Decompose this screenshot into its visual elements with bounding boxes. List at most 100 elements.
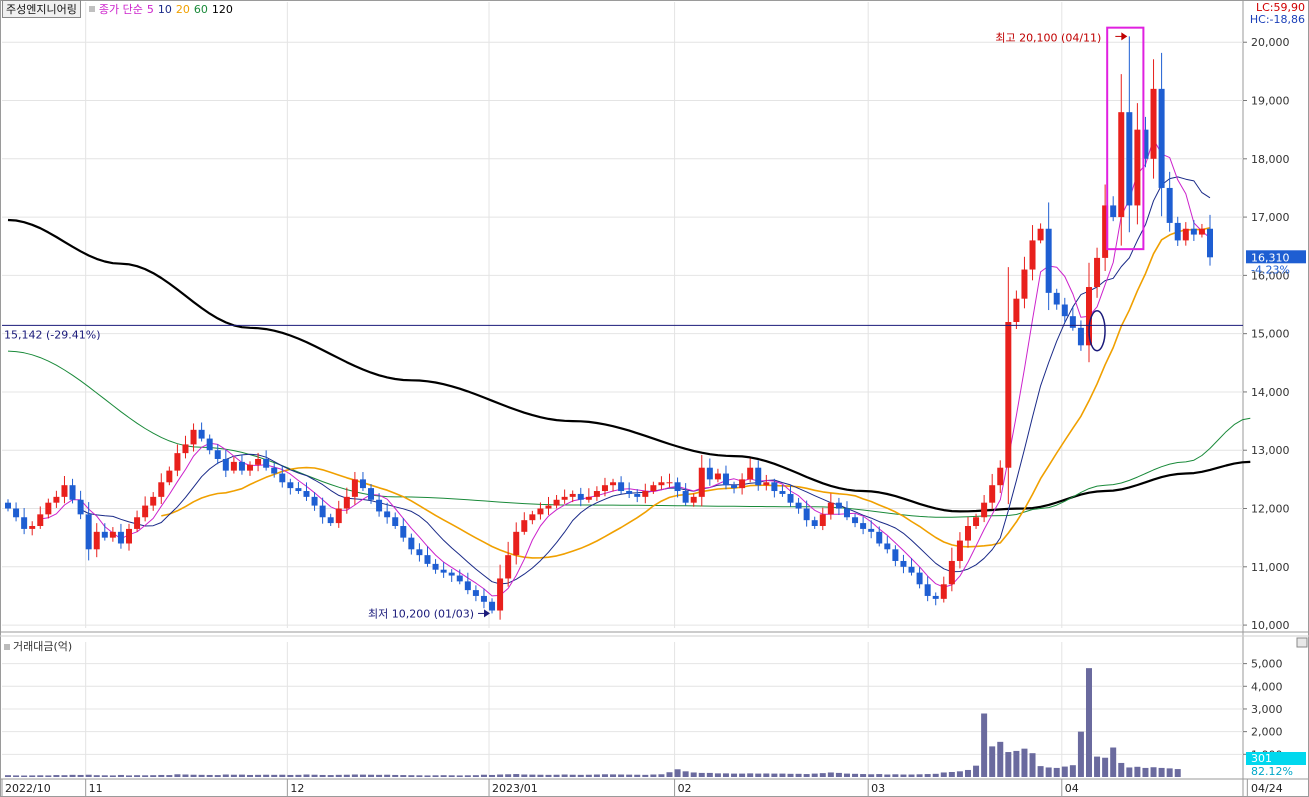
candle-body — [464, 581, 471, 591]
candle-body — [1110, 205, 1117, 218]
candle-body — [222, 458, 229, 471]
candle-body — [1013, 298, 1020, 322]
candle-body — [134, 517, 141, 529]
candle-body — [238, 461, 245, 471]
candle-body — [263, 458, 270, 468]
candle-body — [327, 517, 334, 524]
volume-bar — [593, 774, 600, 777]
date-label: 2023/01 — [492, 782, 538, 795]
volume-bar — [1118, 762, 1125, 777]
candle-body — [182, 444, 189, 454]
candle-body — [1053, 292, 1060, 305]
volume-bar — [940, 772, 947, 777]
volume-bar — [109, 775, 116, 777]
stock-chart[interactable]: 20,00019,00018,00017,00016,00015,00014,0… — [0, 0, 1309, 797]
volume-bar — [497, 774, 504, 777]
volume-bar — [884, 774, 891, 777]
volume-bar — [134, 775, 141, 777]
volume-bar — [521, 774, 528, 777]
candle-body — [384, 511, 391, 518]
candle-body — [271, 467, 278, 474]
volume-bar — [561, 774, 568, 777]
volume-bar — [1045, 767, 1052, 777]
volume-bar — [739, 773, 746, 777]
hline-label: 15,142 (-29.41%) — [4, 328, 100, 341]
ma-period-5[interactable]: 5 — [147, 3, 154, 16]
volume-bar — [860, 774, 867, 777]
volume-pct-label: 82.12% — [1251, 765, 1293, 778]
candle-body — [908, 566, 915, 573]
candle-body — [682, 491, 689, 503]
candle-body — [981, 502, 988, 518]
volume-bar — [311, 774, 318, 777]
candle-body — [101, 531, 108, 538]
volume-bar — [989, 746, 996, 777]
volume-bar — [964, 769, 971, 777]
volume-bar — [295, 774, 302, 777]
volume-bar — [150, 775, 157, 777]
stock-name-selector[interactable]: 주성엔지니어링 — [2, 0, 81, 18]
price-tick-label: 17,000 — [1251, 211, 1290, 224]
ma-period-60[interactable]: 60 — [194, 3, 208, 16]
candle-body — [1037, 228, 1044, 241]
candle-body — [650, 485, 657, 492]
candle-body — [892, 549, 899, 561]
candle-body — [787, 493, 794, 503]
candle-body — [303, 491, 310, 497]
volume-bar — [1053, 767, 1060, 777]
candle-body — [722, 473, 729, 486]
volume-bar — [1142, 767, 1149, 777]
candle-body — [440, 569, 447, 573]
candle-body — [117, 531, 124, 544]
ma-period-20[interactable]: 20 — [176, 3, 190, 16]
candle-body — [400, 526, 407, 538]
volume-bar — [359, 774, 366, 777]
candle-body — [69, 485, 76, 500]
ma120-line — [7, 218, 1251, 513]
volume-bar — [5, 775, 11, 777]
candle-body — [779, 491, 786, 494]
volume-bar — [1110, 747, 1117, 777]
candle-body — [932, 595, 939, 599]
candle-body — [93, 531, 100, 550]
candle-body — [85, 514, 92, 550]
volume-bar — [763, 773, 770, 777]
volume-bar — [45, 775, 52, 777]
candle-body — [29, 526, 36, 529]
candle-body — [505, 555, 512, 579]
candle-body — [214, 450, 221, 459]
volume-bar — [1102, 757, 1109, 777]
hc-readout: HC:-18,86 — [1249, 13, 1305, 26]
volume-bar — [1005, 752, 1012, 777]
volume-bar — [279, 774, 286, 777]
candle-body — [206, 438, 213, 451]
volume-bar — [392, 774, 399, 777]
volume-bar — [650, 774, 657, 777]
volume-bar — [368, 774, 375, 777]
volume-bar — [464, 775, 471, 777]
ma-period-120[interactable]: 120 — [212, 3, 233, 16]
candle-body — [827, 502, 834, 515]
volume-bar — [1158, 767, 1165, 777]
price-tick-label: 12,000 — [1251, 503, 1290, 516]
candle-body — [351, 479, 358, 497]
candle-body — [521, 520, 528, 532]
candle-body — [529, 514, 536, 521]
candle-body — [1094, 257, 1101, 288]
volume-bar — [13, 775, 20, 777]
volume-bar — [747, 773, 754, 777]
volume-bar — [351, 774, 358, 777]
volume-bar — [424, 775, 431, 777]
volume-bar — [376, 774, 383, 777]
volume-bar — [166, 775, 173, 777]
volume-bar — [843, 773, 850, 777]
volume-bar — [795, 773, 802, 777]
volume-bar — [174, 774, 181, 777]
candle-body — [480, 595, 487, 602]
volume-bar — [771, 773, 778, 777]
ma-period-10[interactable]: 10 — [158, 3, 172, 16]
volume-bar — [626, 774, 633, 777]
volume-bar — [480, 774, 487, 777]
volume-panel-label: 거래대금(억) — [4, 638, 72, 654]
candle-body — [497, 578, 504, 611]
